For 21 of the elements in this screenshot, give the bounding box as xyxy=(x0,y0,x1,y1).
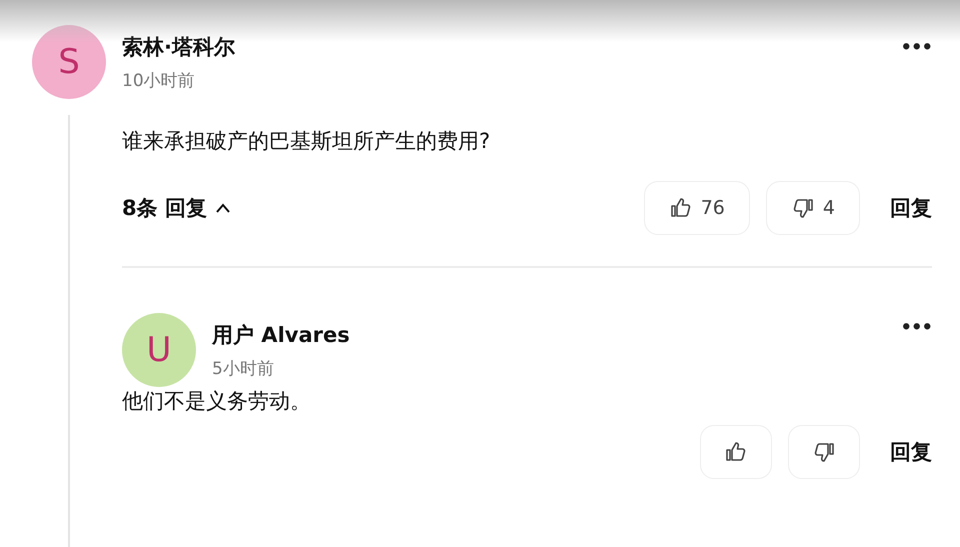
timestamp: 10小时前 xyxy=(122,70,196,92)
thumbs-up-icon xyxy=(724,440,748,464)
comment-text: 他们不是义务劳动。 xyxy=(122,389,311,413)
more-menu[interactable]: ••• xyxy=(900,25,932,58)
timestamp: 5小时前 xyxy=(212,358,275,380)
caret-up-icon xyxy=(214,203,231,213)
dislike-button[interactable]: 4 xyxy=(766,181,860,235)
like-button[interactable]: 76 xyxy=(644,181,750,235)
author-name: 用户 Alvares xyxy=(212,322,351,349)
thumbs-up-icon xyxy=(668,196,693,220)
reply-button[interactable]: 回复 xyxy=(890,438,932,466)
author-name: 索林·塔科尔 xyxy=(122,34,236,61)
reply-button[interactable]: 回复 xyxy=(890,194,932,222)
more-menu[interactable]: ••• xyxy=(900,313,932,338)
like-button[interactable] xyxy=(700,425,772,479)
dislike-button[interactable] xyxy=(788,425,860,479)
avatar: U xyxy=(122,313,196,387)
avatar: S xyxy=(32,25,106,99)
comment-text: 谁来承担破产的巴基斯坦所产生的费用? xyxy=(122,128,492,155)
replies-toggle[interactable]: 8条 回复 xyxy=(122,194,231,222)
thumbs-down-icon xyxy=(812,440,836,464)
